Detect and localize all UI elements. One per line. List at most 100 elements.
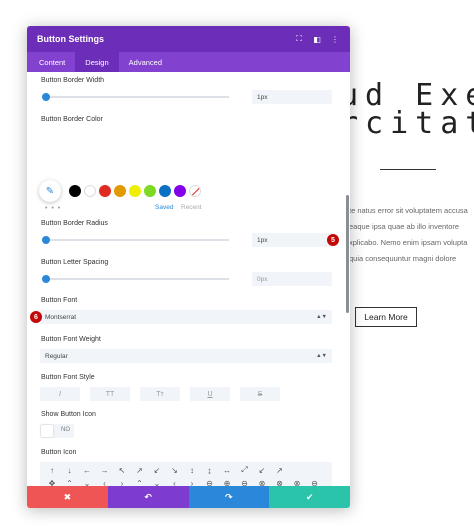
tab-content[interactable]: Content <box>29 52 75 72</box>
step-badge: 6 <box>30 311 42 323</box>
font-select-value: Montserrat <box>45 313 77 321</box>
bg-divider <box>380 169 436 170</box>
border-radius-slider-track[interactable] <box>45 239 229 241</box>
icon-option[interactable]: ⊗ <box>289 477 305 486</box>
color-swatch-green[interactable] <box>144 185 156 197</box>
icon-option[interactable]: ↙ <box>254 463 270 477</box>
icon-option[interactable]: ⊖ <box>202 477 218 486</box>
icon-option[interactable]: ⤢ <box>237 463 253 477</box>
modal-title: Button Settings <box>37 34 104 44</box>
icon-picker-grid: ↑↓←→↖↗↙↘↕↨↔⤢↙↗✥⌃⌄‹›⌃⌄‹›⊖⊕⊖⊗⊗⊗⊖⊙⊘⊙⊙◷⊙◉⊙☐⊞… <box>40 462 332 486</box>
icon-option[interactable]: ⊖ <box>307 477 323 486</box>
letter-spacing-slider-track[interactable] <box>45 278 229 280</box>
border-width-label: Button Border Width <box>41 77 105 84</box>
icon-option[interactable]: ⊗ <box>272 477 288 486</box>
toggle-state: NO <box>61 427 70 433</box>
button-settings-modal: Button Settings ⛶ ◧ ⋮ Content Design Adv… <box>27 26 350 508</box>
expand-icon[interactable]: ⛶ <box>294 34 304 44</box>
font-weight-label: Button Font Weight <box>41 336 101 343</box>
button-icon-label: Button Icon <box>41 449 77 456</box>
capitalize-button[interactable]: Tт <box>140 387 180 401</box>
select-arrows-icon: ▲▼ <box>316 314 327 320</box>
font-weight-select[interactable]: Regular ▲▼ <box>40 349 332 363</box>
underline-button[interactable]: U <box>190 387 230 401</box>
cancel-button[interactable]: ✖ <box>27 486 108 508</box>
letter-spacing-input[interactable]: 0px <box>252 272 332 286</box>
border-radius-input[interactable]: 1px <box>252 233 332 247</box>
icon-option[interactable]: › <box>184 477 200 486</box>
undo-button[interactable]: ↶ <box>107 486 189 508</box>
icon-option[interactable]: ⌄ <box>149 477 165 486</box>
font-select[interactable]: Montserrat ▲▼ <box>40 310 332 324</box>
icon-option[interactable]: ⌃ <box>132 477 148 486</box>
icon-option[interactable]: ↔ <box>219 463 235 477</box>
more-colors-icon[interactable]: • • • <box>45 205 61 212</box>
bg-paragraph: te natus error sit voluptatem accusa eaq… <box>349 203 474 267</box>
icon-option[interactable]: ← <box>79 463 95 477</box>
icon-option[interactable]: ⌃ <box>62 477 78 486</box>
icon-option[interactable]: ↕ <box>184 463 200 477</box>
color-swatch-red[interactable] <box>99 185 111 197</box>
eyedropper-icon[interactable]: ✎ <box>39 180 61 202</box>
icon-option[interactable]: ‹ <box>97 477 113 486</box>
save-button[interactable]: ✔ <box>269 486 350 508</box>
icon-option[interactable]: ⊖ <box>237 477 253 486</box>
icon-option[interactable]: ↙ <box>149 463 165 477</box>
saved-colors-tab[interactable]: Saved <box>155 204 173 211</box>
uppercase-button[interactable]: TT <box>90 387 130 401</box>
color-swatch-blue[interactable] <box>159 185 171 197</box>
learn-more-button[interactable]: Learn More <box>355 307 417 327</box>
no-color-swatch[interactable] <box>189 185 201 197</box>
border-color-label: Button Border Color <box>41 116 103 123</box>
color-swatch-orange[interactable] <box>114 185 126 197</box>
recent-colors-tab[interactable]: Recent <box>181 204 202 211</box>
show-icon-label: Show Button Icon <box>41 411 96 418</box>
font-style-label: Button Font Style <box>41 374 95 381</box>
split-view-icon[interactable]: ◧ <box>312 35 322 44</box>
modal-footer: ✖ ↶ ↷ ✔ <box>27 486 350 508</box>
icon-option[interactable]: ↨ <box>202 463 218 477</box>
bg-paragraph-line: xplicabo. Nemo enim ipsam volupta <box>349 238 468 247</box>
border-width-input[interactable]: 1px <box>252 90 332 104</box>
show-icon-toggle[interactable]: NO <box>40 424 74 438</box>
more-vertical-icon[interactable]: ⋮ <box>330 35 340 44</box>
tab-advanced[interactable]: Advanced <box>119 52 172 72</box>
select-arrows-icon: ▲▼ <box>316 353 327 359</box>
icon-option[interactable]: ↗ <box>272 463 288 477</box>
icon-option[interactable]: ⌄ <box>79 477 95 486</box>
icon-option[interactable]: ↘ <box>167 463 183 477</box>
screen: ud Exe rcitat te natus error sit volupta… <box>0 0 474 528</box>
letter-spacing-label: Button Letter Spacing <box>41 259 109 266</box>
icon-option[interactable]: ↖ <box>114 463 130 477</box>
icon-option[interactable]: ✥ <box>44 477 60 486</box>
icon-option[interactable]: ⊕ <box>219 477 235 486</box>
italic-button[interactable]: I <box>40 387 80 401</box>
icon-option[interactable]: ↗ <box>132 463 148 477</box>
border-radius-slider-handle[interactable] <box>42 236 50 244</box>
font-label: Button Font <box>41 297 78 304</box>
bg-paragraph-line: quia consequuntur magni dolore <box>349 254 457 263</box>
color-swatch-black[interactable] <box>69 185 81 197</box>
tab-design[interactable]: Design <box>75 52 119 72</box>
border-radius-label: Button Border Radius <box>41 220 108 227</box>
letter-spacing-slider-handle[interactable] <box>42 275 50 283</box>
icon-option[interactable]: ↑ <box>44 463 60 477</box>
icon-option[interactable]: ↓ <box>62 463 78 477</box>
toggle-knob <box>41 425 53 437</box>
icon-option[interactable]: › <box>114 477 130 486</box>
icon-option[interactable]: → <box>97 463 113 477</box>
strikethrough-button[interactable]: S <box>240 387 280 401</box>
border-width-slider-track[interactable] <box>45 96 229 98</box>
icon-option[interactable]: ⊗ <box>254 477 270 486</box>
color-swatch-purple[interactable] <box>174 185 186 197</box>
border-width-slider-handle[interactable] <box>42 93 50 101</box>
page-scrollbar[interactable] <box>346 195 349 313</box>
redo-button[interactable]: ↷ <box>188 486 270 508</box>
bg-heading-line2: rcitat <box>340 106 474 141</box>
icon-option[interactable]: ‹ <box>167 477 183 486</box>
color-swatch-white[interactable] <box>84 185 96 197</box>
modal-header: Button Settings ⛶ ◧ ⋮ <box>27 26 350 52</box>
color-swatch-yellow[interactable] <box>129 185 141 197</box>
modal-body: Button Border Width 1px Button Border Co… <box>27 72 350 486</box>
bg-paragraph-line: te natus error sit voluptatem accusa <box>349 206 468 215</box>
